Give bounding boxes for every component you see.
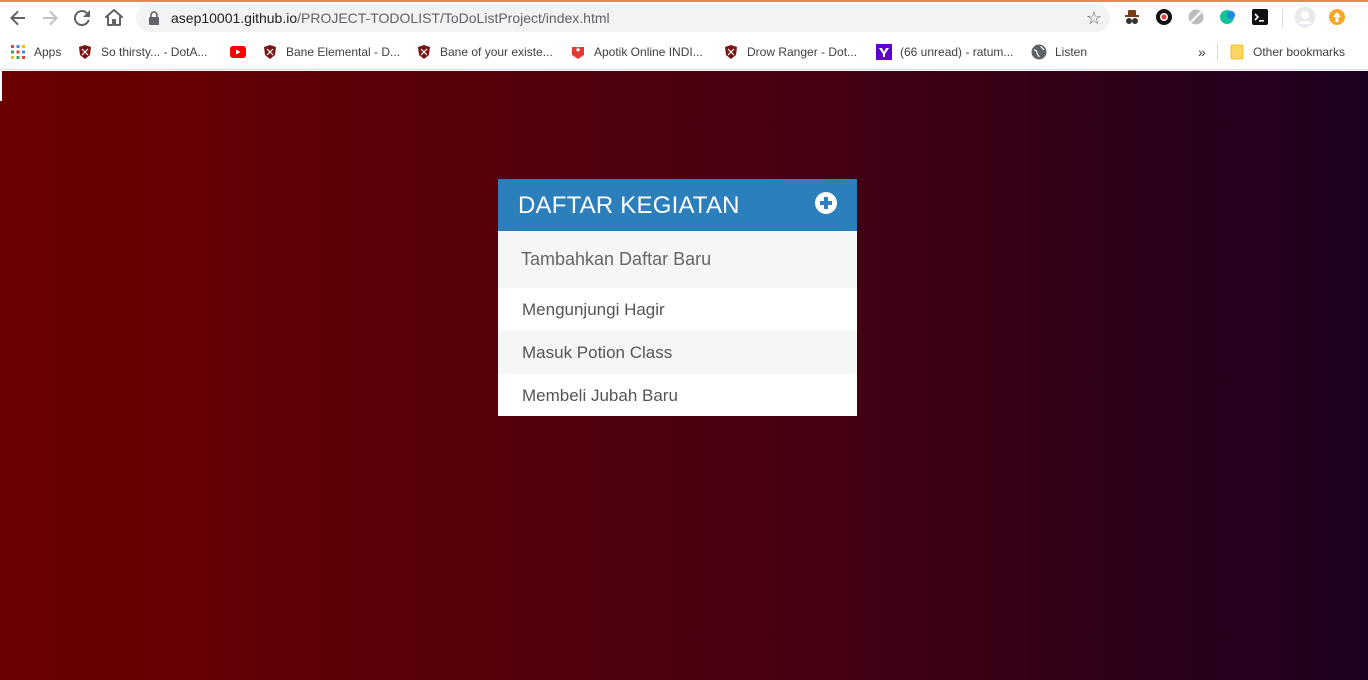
reload-button[interactable] bbox=[69, 5, 95, 31]
bookmarks-divider bbox=[1217, 43, 1218, 61]
bookmarks-bar: Apps So thirsty... - DotA... Bane Elemen… bbox=[0, 34, 1368, 70]
profile-avatar-icon[interactable] bbox=[1294, 6, 1316, 28]
arrow-right-icon bbox=[43, 10, 58, 26]
blocked-extension-icon[interactable] bbox=[1186, 7, 1206, 27]
bookmark-dota-1[interactable]: So thirsty... - DotA... bbox=[77, 42, 207, 62]
lock-icon bbox=[149, 11, 159, 25]
terminal-extension-icon[interactable] bbox=[1250, 7, 1270, 27]
address-bar[interactable]: asep10001.github.io/PROJECT-TODOLIST/ToD… bbox=[136, 4, 1110, 32]
bookmark-label: (66 unread) - ratum... bbox=[900, 45, 1014, 59]
folder-icon bbox=[1229, 44, 1245, 60]
bookmark-label: So thirsty... - DotA... bbox=[101, 45, 208, 59]
todo-card: DAFTAR KEGIATAN Mengunjungi Hagir Masuk … bbox=[498, 179, 857, 416]
back-button[interactable] bbox=[5, 5, 31, 31]
globe-icon bbox=[1031, 44, 1047, 60]
bookmark-youtube[interactable] bbox=[230, 42, 254, 62]
bookmark-label: Drow Ranger - Dot... bbox=[747, 45, 858, 59]
todo-header: DAFTAR KEGIATAN bbox=[498, 179, 857, 231]
bookmark-label: Apps bbox=[34, 45, 62, 59]
todo-item[interactable]: Masuk Potion Class bbox=[498, 331, 857, 374]
other-bookmarks[interactable]: Other bookmarks bbox=[1229, 42, 1345, 62]
new-todo-field bbox=[498, 231, 857, 288]
bookmarks-overflow-button[interactable]: » bbox=[1198, 42, 1206, 62]
reload-icon bbox=[74, 10, 90, 26]
dota-icon bbox=[262, 44, 278, 60]
bookmark-label: Listen bbox=[1055, 45, 1088, 59]
bookmark-label: Bane of your existe... bbox=[440, 45, 553, 59]
bookmarks-overflow-label: » bbox=[1198, 44, 1206, 60]
bookmark-listen[interactable]: Listen bbox=[1031, 42, 1087, 62]
apps-grid-icon bbox=[10, 44, 26, 60]
bookmark-apotik[interactable]: Apotik Online INDI... bbox=[570, 42, 703, 62]
grammar-extension-icon[interactable] bbox=[1218, 7, 1238, 27]
pharmacy-icon bbox=[570, 44, 586, 60]
todo-list: Mengunjungi Hagir Masuk Potion Class Mem… bbox=[498, 288, 857, 416]
bookmark-yahoo[interactable]: (66 unread) - ratum... bbox=[876, 42, 1013, 62]
youtube-icon bbox=[230, 44, 246, 60]
dota-icon bbox=[723, 44, 739, 60]
spy-extension-icon[interactable] bbox=[1122, 7, 1142, 27]
dota-icon bbox=[77, 44, 93, 60]
record-extension-icon[interactable] bbox=[1154, 7, 1174, 27]
url-path: /PROJECT-TODOLIST/ToDoListProject/index.… bbox=[297, 10, 610, 26]
bookmark-apps[interactable]: Apps bbox=[10, 42, 61, 62]
update-icon[interactable] bbox=[1327, 7, 1347, 27]
yahoo-icon bbox=[876, 44, 892, 60]
page-background: DAFTAR KEGIATAN Mengunjungi Hagir Masuk … bbox=[0, 71, 1368, 680]
url-host: asep10001.github.io bbox=[171, 10, 298, 26]
bookmark-dota-3[interactable]: Bane of your existe... bbox=[416, 42, 553, 62]
bookmark-dota-4[interactable]: Drow Ranger - Dot... bbox=[723, 42, 857, 62]
bookmark-dota-2[interactable]: Bane Elemental - D... bbox=[262, 42, 400, 62]
new-todo-input[interactable] bbox=[498, 231, 857, 288]
dota-icon bbox=[416, 44, 432, 60]
browser-toolbar: asep10001.github.io/PROJECT-TODOLIST/ToD… bbox=[0, 2, 1368, 34]
home-button[interactable] bbox=[101, 5, 127, 31]
todo-item[interactable]: Membeli Jubah Baru bbox=[498, 374, 857, 416]
other-bookmarks-label: Other bookmarks bbox=[1253, 45, 1346, 59]
bookmark-star-icon[interactable]: ☆ bbox=[1086, 8, 1102, 28]
home-icon bbox=[105, 9, 123, 26]
bookmark-label: Apotik Online INDI... bbox=[594, 45, 703, 59]
todo-item[interactable]: Mengunjungi Hagir bbox=[498, 288, 857, 331]
arrow-left-icon bbox=[10, 10, 25, 26]
url-text: asep10001.github.io/PROJECT-TODOLIST/ToD… bbox=[171, 10, 610, 26]
forward-button[interactable] bbox=[37, 5, 63, 31]
toolbar-divider bbox=[1282, 9, 1283, 27]
page-title: DAFTAR KEGIATAN bbox=[518, 192, 740, 219]
plus-circle-icon[interactable] bbox=[815, 192, 837, 214]
page-corner-mark bbox=[0, 71, 2, 101]
bookmark-label: Bane Elemental - D... bbox=[286, 45, 401, 59]
